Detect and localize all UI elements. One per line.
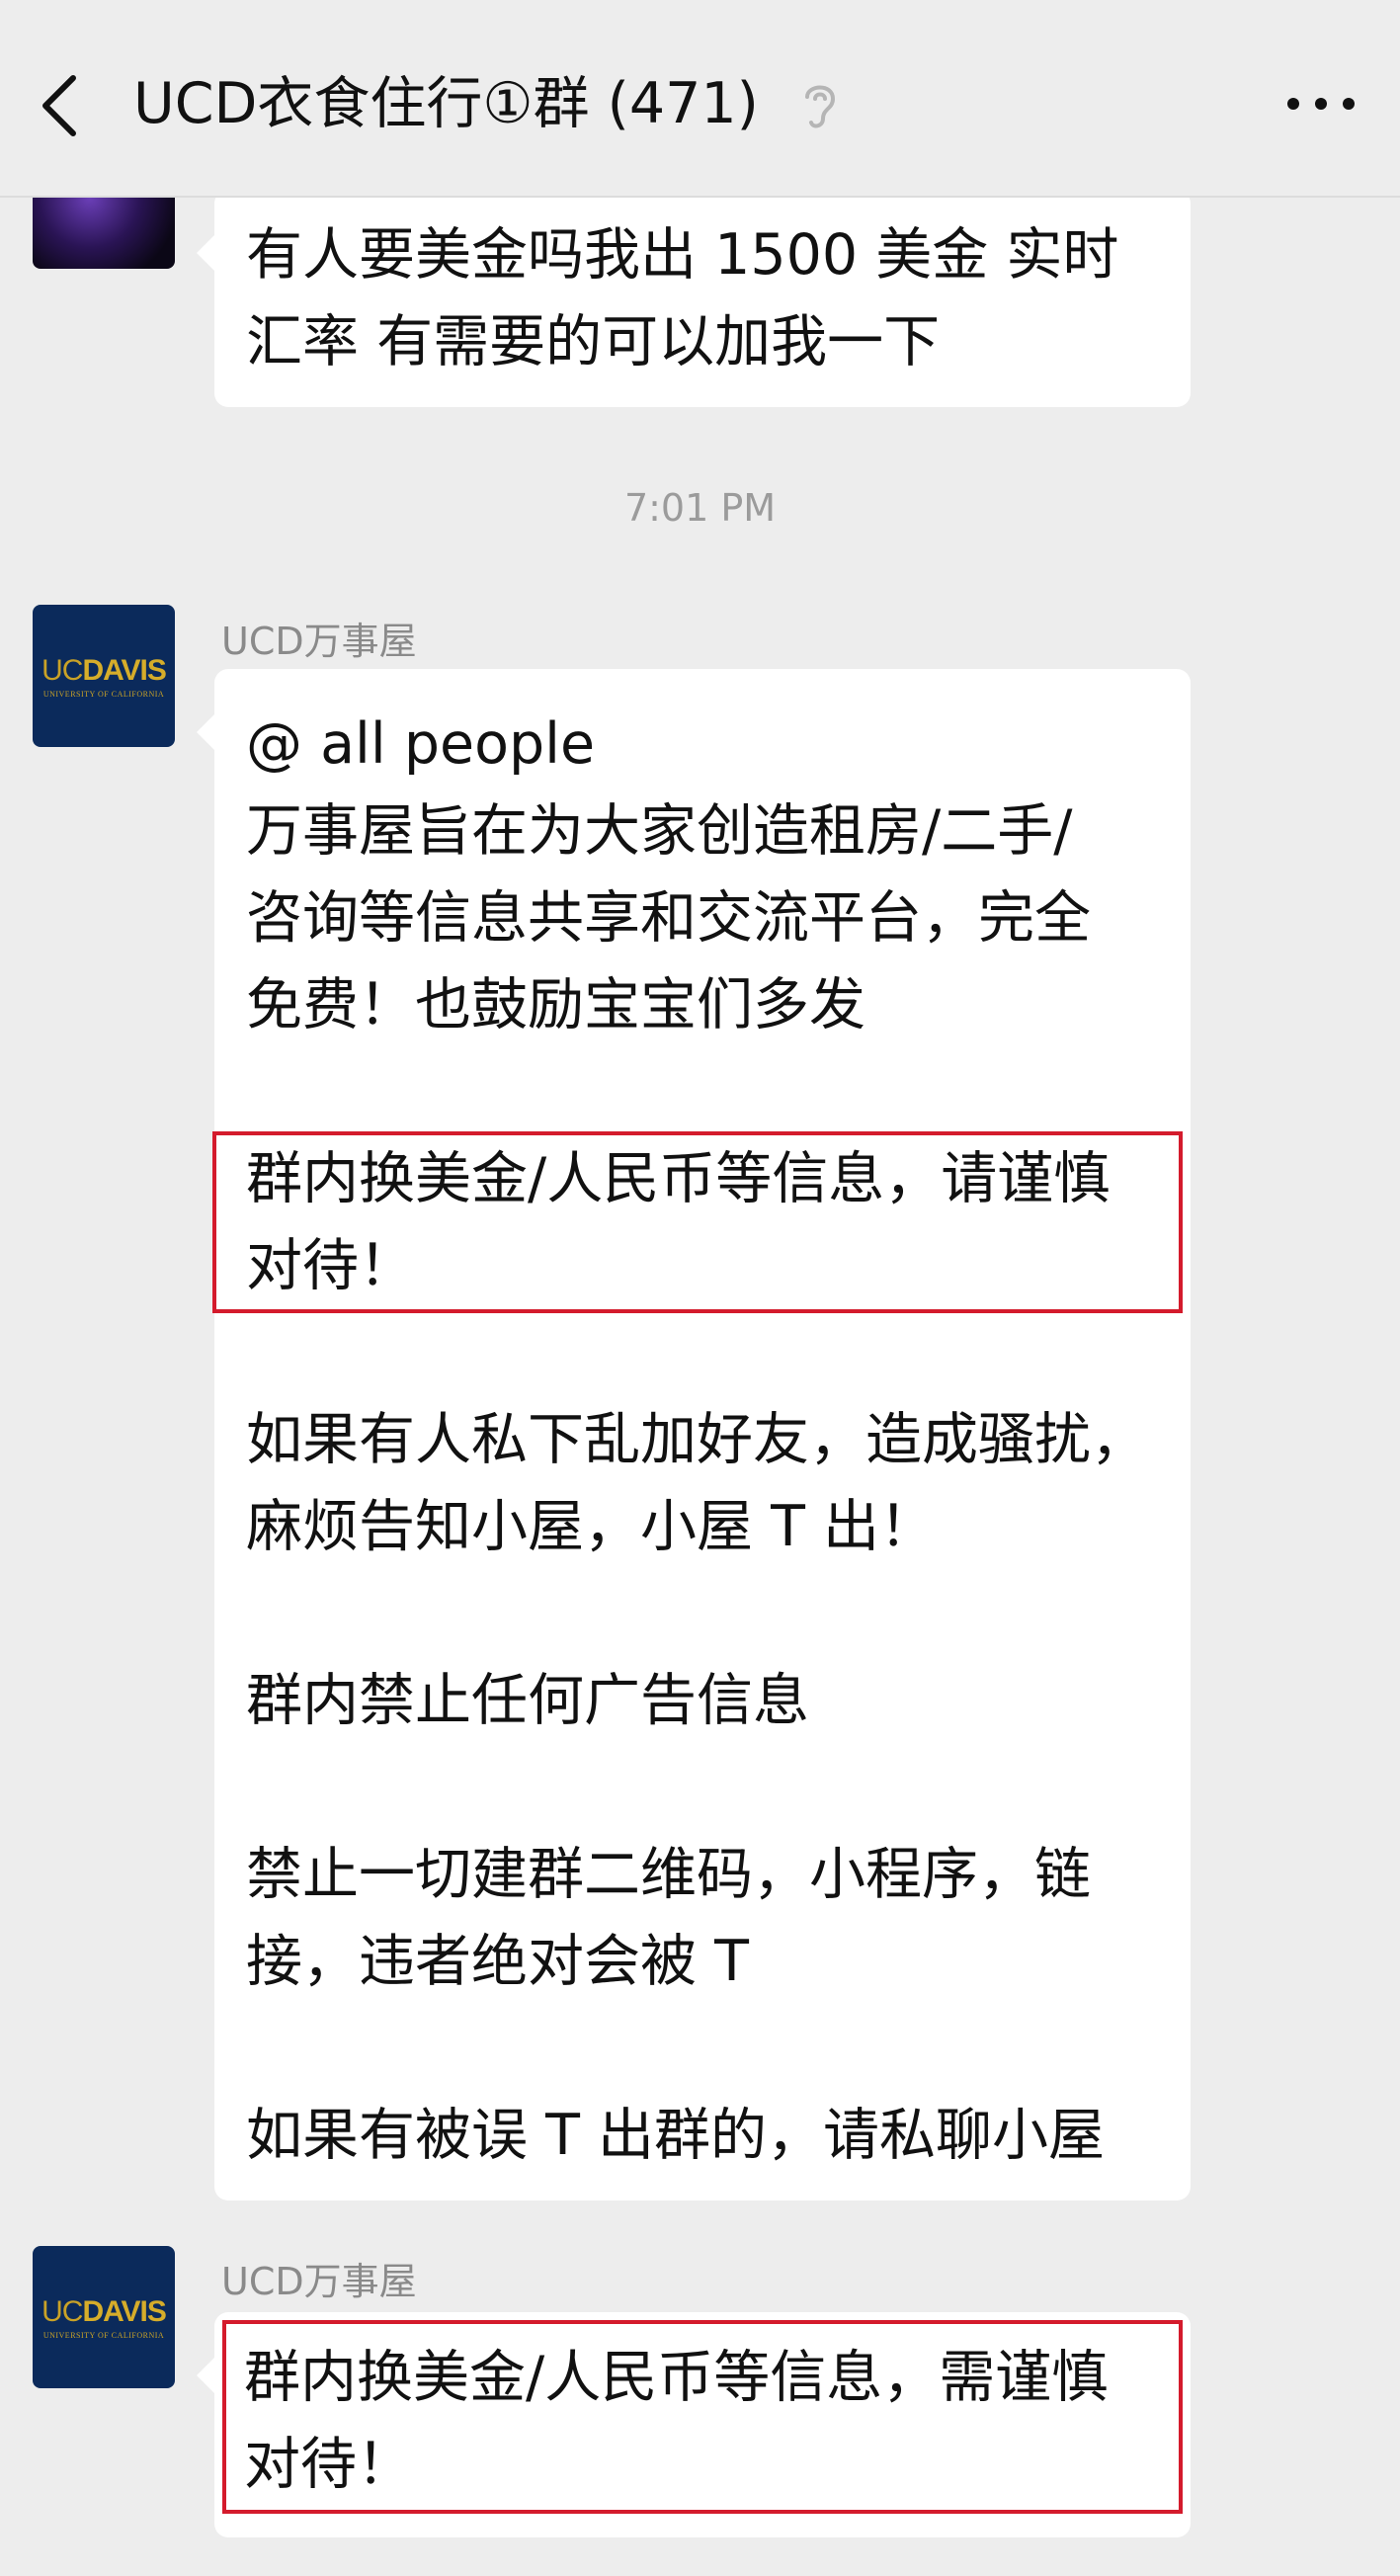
chat-header: UCD衣食住行①群 (471) [0,0,1400,198]
message-line: 群内换美金/人民币等信息，请谨慎 [246,1146,1111,1211]
highlight-box: 群内换美金/人民币等信息，请谨慎 对待！ [212,1131,1183,1313]
back-button[interactable] [30,61,89,150]
message-line: 群内禁止任何广告信息 [246,1668,809,1733]
message-line: 禁止一切建群二维码，小程序，链 [246,1842,1091,1907]
logo-text: UC [41,2294,83,2328]
message-line: @ all people [246,711,596,777]
message-bubble[interactable]: 有人要美金吗我出 1500 美金 实时 汇率 有需要的可以加我一下 [197,190,1191,407]
message-line: 咨询等信息共享和交流平台，完全 [246,885,1091,951]
message-line: 免费！也鼓励宝宝们多发 [246,972,865,1038]
message-line: 接，违者绝对会被 T [246,1929,749,1994]
message-line: 群内换美金/人民币等信息，需谨慎 [244,2345,1109,2410]
ear-muted-icon [795,77,845,132]
message-line: 万事屋旨在为大家创造租房/二手/ [246,798,1073,864]
logo-text: DAVIS [82,2294,166,2328]
message-line: 有人要美金吗我出 1500 美金 实时 [246,222,1119,288]
more-dots-icon [1287,98,1355,110]
logo-subtext: UNIVERSITY OF CALIFORNIA [42,2330,165,2340]
message-line: 对待！ [246,1233,415,1298]
avatar[interactable]: UC DAVIS UNIVERSITY OF CALIFORNIA [33,2246,175,2388]
message-bubble[interactable]: @ all people 万事屋旨在为大家创造租房/二手/ 咨询等信息共享和交流… [197,669,1191,2201]
message-line: 汇率 有需要的可以加我一下 [246,309,941,374]
chat-title: UCD衣食住行①群 (471) [133,71,759,136]
sender-name: UCD万事屋 [221,620,417,663]
header-divider [0,196,1400,198]
message-bubble[interactable]: 群内换美金/人民币等信息，需谨慎 对待！ [197,2312,1191,2537]
more-button[interactable] [1281,79,1360,128]
logo-subtext: UNIVERSITY OF CALIFORNIA [42,689,165,699]
logo-text: UC [41,653,83,687]
message-line: 对待！ [244,2432,413,2497]
highlight-box: 群内换美金/人民币等信息，需谨慎 对待！ [222,2320,1183,2514]
logo-text: DAVIS [82,653,166,687]
message-line: 如果有被误 T 出群的，请私聊小屋 [246,2103,1106,2168]
chevron-left-icon [42,75,76,136]
message-line: 麻烦告知小屋，小屋 T 出！ [246,1494,937,1559]
avatar[interactable]: UC DAVIS UNIVERSITY OF CALIFORNIA [33,605,175,747]
message-line: 如果有人私下乱加好友，造成骚扰， [246,1407,1147,1472]
ucdavis-logo: UC DAVIS [41,2294,167,2329]
ucdavis-logo: UC DAVIS [41,653,167,688]
timestamp: 7:01 PM [623,486,777,530]
sender-name: UCD万事屋 [221,2260,417,2303]
